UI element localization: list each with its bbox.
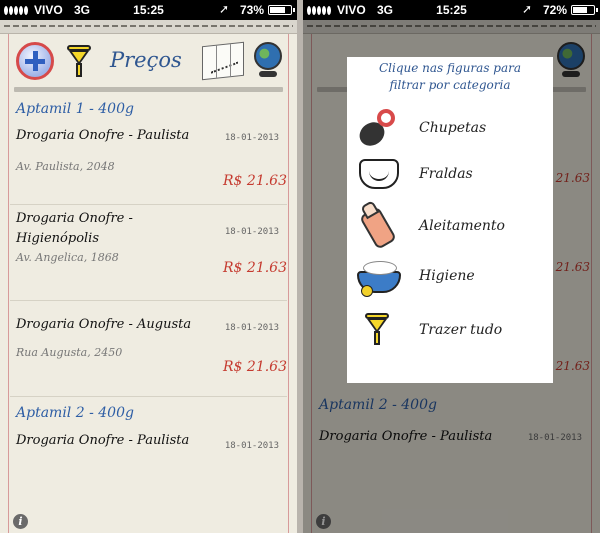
price-value: R$ 21.63 — [223, 359, 287, 375]
list-item[interactable]: Drogaria Onofre - Paulista 18-01-2013 — [10, 427, 287, 467]
price-list: Aptamil 1 - 400g Drogaria Onofre - Pauli… — [10, 96, 287, 467]
category-fraldas[interactable]: Fraldas — [357, 153, 547, 199]
battery-icon — [571, 5, 598, 15]
location-arrow-icon: ➚ — [218, 2, 229, 16]
app-header: Preços — [10, 36, 287, 86]
category-label: Chupetas — [419, 120, 487, 136]
popup-title: Clique nas figuras para filtrar por cate… — [347, 60, 553, 94]
category-higiene[interactable]: Higiene — [357, 255, 547, 301]
filter-funnel-icon[interactable] — [67, 45, 91, 79]
location-arrow-icon: ➚ — [521, 2, 532, 16]
battery-percent: 73% — [239, 3, 264, 17]
status-bar: VIVO 3G 15:25 ➚ 72% — [303, 0, 600, 20]
price-list-screen: VIVO 3G 15:25 ➚ 73% Preços Aptamil 1 - 4… — [0, 0, 297, 533]
store-name: Drogaria Onofre - Higienópolis — [16, 211, 133, 246]
map-icon[interactable] — [202, 41, 244, 81]
status-bar: VIVO 3G 15:25 ➚ 73% — [0, 0, 297, 20]
baby-bottle-icon — [357, 205, 401, 250]
filter-popup-screen: VIVO 3G 15:25 ➚ 72% R$ 21.63 R$ 21.63 R$… — [303, 0, 600, 533]
info-icon[interactable]: i — [13, 514, 28, 529]
category-label: Trazer tudo — [419, 322, 503, 338]
list-item[interactable]: Drogaria Onofre - Higienópolis 18-01-201… — [10, 205, 287, 301]
battery-icon — [268, 5, 295, 15]
battery-percent: 72% — [542, 3, 567, 17]
section-title: Aptamil 2 - 400g — [16, 405, 134, 421]
diaper-icon — [357, 153, 401, 197]
store-address: Rua Augusta, 2450 — [16, 346, 123, 359]
category-label: Aleitamento — [419, 218, 505, 234]
list-item[interactable]: Drogaria Onofre - Paulista 18-01-2013 Av… — [10, 123, 287, 205]
list-item[interactable]: Drogaria Onofre - Augusta 18-01-2013 Rua… — [10, 301, 287, 397]
bathtub-icon — [357, 255, 401, 299]
category-chupetas[interactable]: Chupetas — [355, 107, 547, 153]
price-date: 18-01-2013 — [224, 133, 279, 143]
popup-title-line: filtrar por categoria — [389, 78, 511, 92]
price-value: R$ 21.63 — [223, 260, 287, 276]
category-label: Fraldas — [419, 166, 473, 182]
category-label: Higiene — [419, 268, 475, 284]
store-address: Av. Paulista, 2048 — [16, 160, 115, 173]
price-date: 18-01-2013 — [224, 323, 279, 333]
add-price-button[interactable] — [16, 42, 54, 80]
section-title: Aptamil 1 - 400g — [16, 101, 134, 117]
category-filter-popup: Clique nas figuras para filtrar por cate… — [347, 57, 553, 383]
margin-line — [8, 34, 9, 533]
globe-icon[interactable] — [253, 42, 283, 78]
header-divider — [14, 87, 283, 92]
category-trazer-tudo[interactable]: Trazer tudo — [357, 309, 547, 355]
popup-title-line: Clique nas figuras para — [378, 61, 522, 75]
price-date: 18-01-2013 — [224, 227, 279, 237]
margin-line — [288, 34, 289, 533]
category-aleitamento[interactable]: Aleitamento — [357, 205, 547, 251]
funnel-icon — [357, 309, 401, 353]
spiral-binding — [0, 20, 297, 34]
price-date: 18-01-2013 — [224, 441, 279, 451]
page-title: Preços — [110, 48, 182, 72]
price-value: R$ 21.63 — [223, 173, 287, 189]
pacifier-icon — [355, 107, 401, 151]
store-address: Av. Angelica, 1868 — [16, 251, 119, 264]
